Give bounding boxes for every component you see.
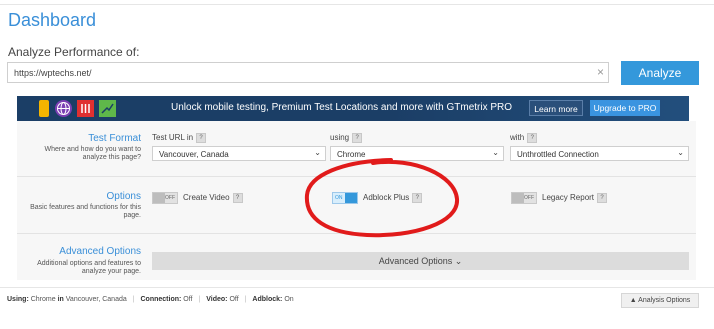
with-text: with: [510, 133, 525, 143]
using-text: using: [330, 133, 350, 143]
summary-connection-key: Connection:: [140, 296, 182, 303]
summary-location: Vancouver, Canada: [65, 296, 127, 303]
help-icon[interactable]: ?: [352, 133, 363, 143]
globe-icon: [55, 100, 72, 117]
top-divider: [0, 4, 714, 5]
connection-select[interactable]: Unthrottled Connection ⌄: [510, 146, 689, 161]
banner-text: Unlock mobile testing, Premium Test Loca…: [171, 102, 513, 113]
analyze-label: Analyze Performance of:: [8, 45, 140, 59]
chevron-down-icon: ⌄: [677, 148, 684, 157]
options-description: Basic features and functions for this pa…: [30, 204, 141, 219]
advanced-options-description: Additional options and features to analy…: [37, 260, 141, 275]
create-video-text: Create Video: [183, 193, 230, 203]
test-format-heading: Test Format: [88, 133, 141, 144]
learn-more-button[interactable]: Learn more: [529, 100, 583, 116]
trend-chart-icon: [99, 100, 116, 117]
create-video-label: Create Video?: [183, 193, 243, 203]
phone-icon: [39, 100, 49, 117]
summary-separator: |: [244, 296, 247, 303]
summary-using-key: Using:: [7, 296, 29, 303]
using-label: using?: [330, 133, 363, 143]
advanced-options-heading: Advanced Options: [59, 246, 141, 257]
help-icon[interactable]: ?: [196, 133, 207, 143]
summary-video-key: Video:: [206, 296, 228, 303]
summary-adblock-key: Adblock:: [252, 296, 283, 303]
help-icon[interactable]: ?: [527, 133, 538, 143]
legacy-report-label: Legacy Report?: [542, 193, 608, 203]
equalizer-icon: [77, 100, 94, 117]
summary-browser: Chrome: [30, 296, 56, 303]
connection-value: Unthrottled Connection: [517, 150, 599, 159]
create-video-toggle[interactable]: OFF: [152, 192, 178, 204]
location-value: Vancouver, Canada: [159, 150, 229, 159]
footer-divider: [0, 287, 714, 288]
toggle-state: OFF: [165, 195, 175, 201]
advanced-options-button[interactable]: Advanced Options ⌄: [152, 252, 689, 270]
summary-connection-value: Off: [183, 296, 193, 303]
analysis-summary: Using: Chrome in Vancouver, Canada | Con…: [7, 296, 294, 303]
test-url-in-text: Test URL in: [152, 133, 194, 143]
page-title: Dashboard: [8, 10, 97, 30]
test-url-in-label: Test URL in?: [152, 133, 207, 143]
legacy-report-text: Legacy Report: [542, 193, 595, 203]
clear-icon[interactable]: ×: [597, 65, 604, 79]
summary-in: in: [57, 296, 64, 303]
upgrade-button[interactable]: Upgrade to PRO: [590, 100, 660, 116]
help-icon[interactable]: ?: [597, 193, 608, 203]
options-heading: Options: [106, 191, 141, 202]
legacy-report-toggle[interactable]: OFF: [511, 192, 537, 204]
chevron-down-icon: ⌄: [492, 148, 499, 157]
location-select[interactable]: Vancouver, Canada ⌄: [152, 146, 326, 161]
pro-banner: Unlock mobile testing, Premium Test Loca…: [17, 96, 689, 121]
analyze-button[interactable]: Analyze: [621, 61, 699, 85]
toggle-knob: [153, 193, 165, 203]
with-label: with?: [510, 133, 538, 143]
toggle-state: OFF: [524, 195, 534, 201]
help-icon[interactable]: ?: [232, 193, 243, 203]
toggle-knob: [512, 193, 524, 203]
summary-separator: |: [198, 296, 201, 303]
summary-separator: |: [132, 296, 135, 303]
summary-adblock-value: On: [284, 296, 294, 303]
red-circle-annotation: [304, 158, 459, 238]
test-format-description: Where and how do you want to analyze thi…: [44, 146, 141, 161]
summary-video-value: Off: [229, 296, 239, 303]
analysis-options-button[interactable]: ▲ Analysis Options: [621, 293, 699, 308]
url-input[interactable]: [7, 62, 609, 83]
